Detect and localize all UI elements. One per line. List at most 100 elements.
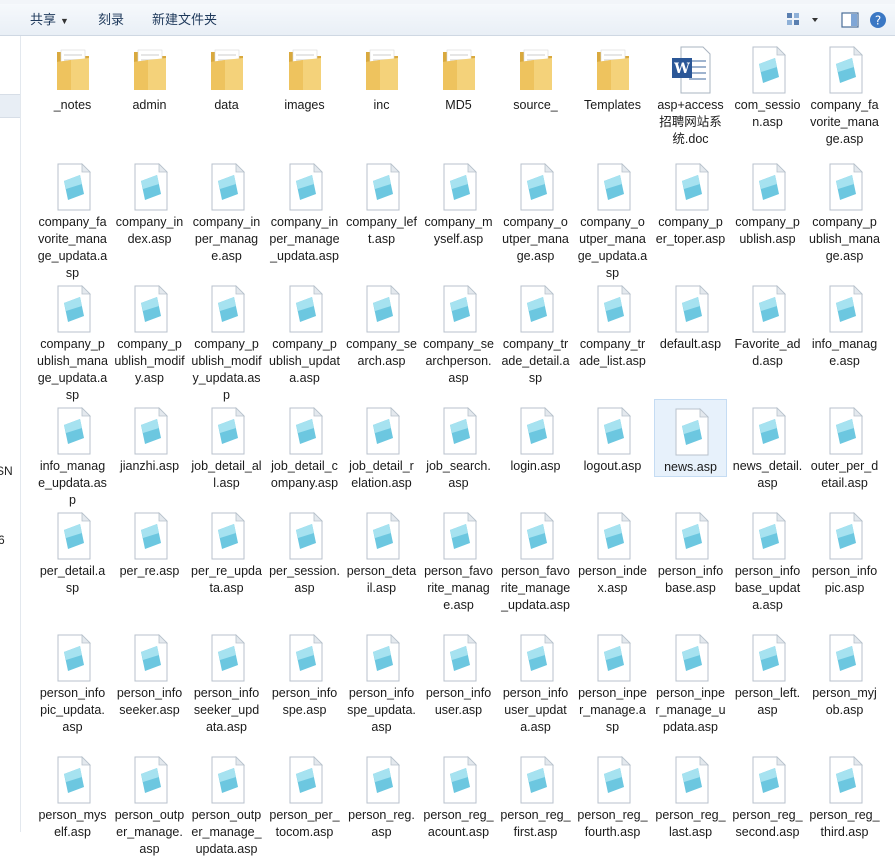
file-item[interactable]: person_outper_manage.asp (113, 748, 186, 858)
file-item[interactable]: Templates (576, 38, 649, 114)
file-item[interactable]: logout.asp (576, 399, 649, 475)
file-item[interactable]: company_inper_manage_updata.asp (268, 155, 341, 265)
file-item[interactable]: person_reg_first.asp (499, 748, 572, 841)
asp-file-icon (744, 405, 792, 457)
file-item[interactable]: info_manage.asp (808, 277, 881, 370)
file-item[interactable]: com_session.asp (731, 38, 804, 131)
file-item[interactable]: per_re_updata.asp (190, 504, 263, 597)
nav-item-msn[interactable]: MSN (0, 464, 13, 478)
file-item[interactable]: person_infouser.asp (422, 626, 495, 719)
file-item[interactable]: inc (345, 38, 418, 114)
file-item[interactable]: job_detail_company.asp (268, 399, 341, 492)
file-item[interactable]: person_infospe.asp (268, 626, 341, 719)
file-item[interactable]: job_detail_all.asp (190, 399, 263, 492)
file-item[interactable]: company_index.asp (113, 155, 186, 248)
file-item[interactable]: per_detail.asp (36, 504, 109, 597)
file-item[interactable]: company_per_toper.asp (654, 155, 727, 248)
file-item[interactable]: company_searchperson.asp (422, 277, 495, 387)
file-name-label: per_re_updata.asp (191, 564, 262, 595)
change-view-button[interactable] (784, 11, 824, 29)
file-item[interactable]: company_outper_manage.asp (499, 155, 572, 265)
file-item[interactable]: per_session.asp (268, 504, 341, 597)
file-item[interactable]: company_myself.asp (422, 155, 495, 248)
file-item[interactable]: news_detail.asp (731, 399, 804, 492)
file-item[interactable]: info_manage_updata.asp (36, 399, 109, 509)
file-item[interactable]: company_inper_manage.asp (190, 155, 263, 265)
file-item[interactable]: _notes (36, 38, 109, 114)
file-item[interactable]: person_inper_manage_updata.asp (654, 626, 727, 736)
file-item[interactable]: person_myself.asp (36, 748, 109, 841)
file-item[interactable]: MD5 (422, 38, 495, 114)
asp-file-icon (821, 405, 869, 457)
file-item[interactable]: person_myjob.asp (808, 626, 881, 719)
file-item[interactable]: Wasp+access招聘网站系统.doc (654, 38, 727, 148)
file-item[interactable]: person_reg_fourth.asp (576, 748, 649, 841)
preview-pane-button[interactable] (840, 11, 860, 29)
file-item[interactable]: default.asp (654, 277, 727, 353)
file-item[interactable]: person_left.asp (731, 626, 804, 719)
file-item[interactable]: person_favorite_manage.asp (422, 504, 495, 614)
file-item[interactable]: person_infospe_updata.asp (345, 626, 418, 736)
file-item[interactable]: job_detail_relation.asp (345, 399, 418, 492)
file-item[interactable]: job_search.asp (422, 399, 495, 492)
file-item[interactable]: company_left.asp (345, 155, 418, 248)
file-name-label: person_favorite_manage_updata.asp (500, 564, 571, 612)
file-item[interactable]: person_reg.asp (345, 748, 418, 841)
file-item[interactable]: company_publish.asp (731, 155, 804, 248)
file-name-label: person_favorite_manage.asp (424, 564, 493, 612)
file-item[interactable]: outer_per_detail.asp (808, 399, 881, 492)
asp-file-icon (667, 754, 715, 806)
help-button[interactable]: ? (868, 10, 888, 30)
burn-button[interactable]: 刻录 (98, 4, 124, 35)
asp-file-icon (667, 161, 715, 213)
file-item[interactable]: company_publish_manage.asp (808, 155, 881, 265)
file-item[interactable]: person_outper_manage_updata.asp (190, 748, 263, 858)
file-item[interactable]: person_infopic.asp (808, 504, 881, 597)
asp-file-icon (744, 283, 792, 335)
file-item[interactable]: person_infobase_updata.asp (731, 504, 804, 614)
file-name-label: company_publish_modify.asp (114, 337, 185, 385)
file-item[interactable]: source_ (499, 38, 572, 114)
asp-file-icon (358, 161, 406, 213)
file-item[interactable]: company_search.asp (345, 277, 418, 370)
file-item[interactable]: per_re.asp (113, 504, 186, 580)
file-item[interactable]: person_infopic_updata.asp (36, 626, 109, 736)
file-name-label: person_infopic_updata.asp (39, 686, 106, 734)
file-item[interactable]: login.asp (499, 399, 572, 475)
file-item[interactable]: person_per_tocom.asp (268, 748, 341, 841)
file-item[interactable]: person_reg_acount.asp (422, 748, 495, 841)
share-menu-button[interactable]: 共享 ▼ (30, 4, 69, 35)
file-item[interactable]: admin (113, 38, 186, 114)
file-item[interactable]: company_publish_manage_updata.asp (36, 277, 109, 404)
nav-selected-item[interactable] (0, 94, 20, 118)
file-item[interactable]: person_detail.asp (345, 504, 418, 597)
file-item[interactable]: person_reg_second.asp (731, 748, 804, 841)
asp-file-icon (281, 754, 329, 806)
file-item[interactable]: person_inper_manage.asp (576, 626, 649, 736)
file-item[interactable]: company_publish_modify.asp (113, 277, 186, 387)
file-item[interactable]: company_favorite_manage_updata.asp (36, 155, 109, 282)
file-item[interactable]: Favorite_add.asp (731, 277, 804, 370)
file-item[interactable]: person_reg_third.asp (808, 748, 881, 841)
file-item[interactable]: person_infoseeker_updata.asp (190, 626, 263, 736)
file-item[interactable]: company_trade_list.asp (576, 277, 649, 370)
file-item[interactable]: person_infouser_updata.asp (499, 626, 572, 736)
file-item[interactable]: jianzhi.asp (113, 399, 186, 475)
help-icon: ? (870, 12, 886, 28)
nav-item-partial[interactable]: 6 (0, 533, 5, 547)
asp-file-icon (203, 161, 251, 213)
new-folder-button[interactable]: 新建文件夹 (152, 4, 217, 35)
file-item[interactable]: images (268, 38, 341, 114)
file-item[interactable]: person_reg_last.asp (654, 748, 727, 841)
file-item[interactable]: company_publish_modify_updata.asp (190, 277, 263, 404)
file-item[interactable]: person_infobase.asp (654, 504, 727, 597)
file-item[interactable]: data (190, 38, 263, 114)
file-item[interactable]: company_favorite_manage.asp (808, 38, 881, 148)
file-item[interactable]: company_publish_updata.asp (268, 277, 341, 387)
file-item[interactable]: company_outper_manage_updata.asp (576, 155, 649, 282)
file-item[interactable]: news.asp (654, 399, 727, 477)
file-item[interactable]: person_favorite_manage_updata.asp (499, 504, 572, 614)
file-item[interactable]: company_trade_detail.asp (499, 277, 572, 387)
file-item[interactable]: person_infoseeker.asp (113, 626, 186, 719)
file-item[interactable]: person_index.asp (576, 504, 649, 597)
